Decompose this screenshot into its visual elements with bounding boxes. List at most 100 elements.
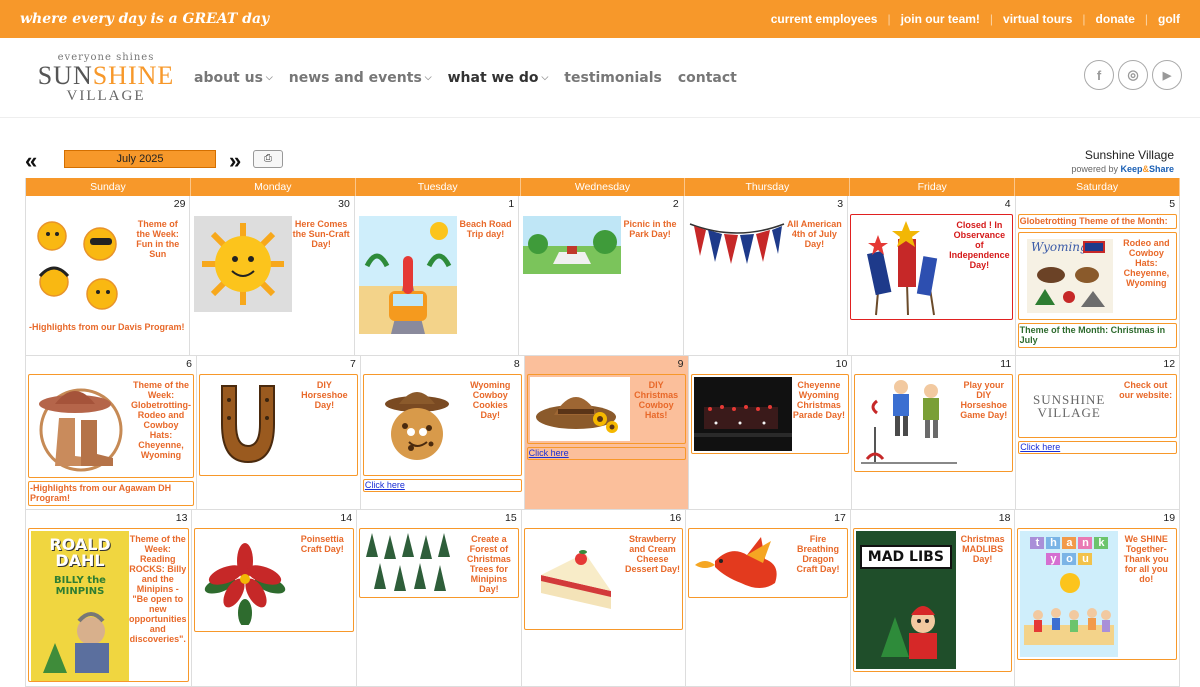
prev-month-button[interactable]: « (25, 148, 37, 174)
day-cell[interactable]: 14 Poinsettia Craft Day! (192, 510, 358, 686)
event-title: Strawberry and Cream Cheese Dessert Day! (624, 534, 680, 574)
link-join-our-team[interactable]: join our team! (901, 12, 980, 26)
event-title: Theme of the Week: Fun in the Sun (136, 219, 180, 259)
calendar-event[interactable]: Closed ! In Observance of Independence D… (850, 214, 1013, 320)
calendar-event[interactable]: DIY Christmas Cowboy Hats! (526, 374, 686, 444)
event-title: Picnic in the Park Day! (623, 219, 677, 239)
facebook-icon[interactable]: f (1084, 60, 1114, 90)
event-title: Poinsettia Craft Day! (300, 534, 344, 554)
powered-by[interactable]: powered by Keep&Share (1071, 164, 1174, 174)
day-cell[interactable]: 29 Theme of the Week: Fun in the Sun -Hi… (26, 196, 191, 355)
calendar-event[interactable]: Create a Forest of Christmas Trees for M… (359, 528, 519, 598)
emoji-suns-icon (30, 216, 130, 316)
cookie-icon (366, 377, 462, 473)
picnic-icon (523, 216, 622, 274)
day-cell[interactable]: 4 Closed ! In Observance of Independence (848, 196, 1016, 355)
day-cell[interactable]: 19 t h a n k y o u We SHINE Together-Tha… (1015, 510, 1181, 686)
calendar-event[interactable]: -Highlights from our Agawam DH Program! (28, 481, 194, 506)
svg-text:Wyoming: Wyoming (1031, 240, 1088, 254)
calendar-event[interactable]: Wyoming Cowboy Cookies Day! (362, 374, 522, 476)
chevron-down-icon: ⌵ (541, 72, 549, 83)
calendar-event[interactable]: Beach Road Trip day! (356, 214, 517, 336)
day-number: 19 (1163, 512, 1176, 524)
link-virtual-tours[interactable]: virtual tours (1003, 12, 1072, 26)
event-title: Wyoming Cowboy Cookies Day! (470, 380, 511, 420)
weekday-header: Sunday Monday Tuesday Wednesday Thursday… (26, 178, 1181, 196)
day-number: 2 (672, 198, 679, 210)
day-cell[interactable]: 7 DIY Horseshoe Day! (197, 356, 361, 509)
day-cell[interactable]: 5 Globetrotting Theme of the Month: Wyom… (1016, 196, 1181, 355)
calendar-event[interactable]: t h a n k y o u We SHINE Together-Thank … (1017, 528, 1178, 660)
calendar-event[interactable]: Cheyenne Wyoming Christmas Parade Day! (690, 374, 850, 454)
site-logo[interactable]: everyone shines SUNSHINE VILLAGE (36, 52, 176, 104)
thank-you-card-icon: t h a n k y o u (1020, 531, 1119, 657)
day-number: 4 (1004, 198, 1011, 210)
calendar-event[interactable]: Poinsettia Craft Day! (194, 528, 355, 632)
day-cell[interactable]: 16 Strawberry and Cream Cheese Dessert D… (522, 510, 687, 686)
bunting-icon (688, 216, 786, 270)
nav-what-we-do[interactable]: what we do ⌵ (448, 70, 549, 86)
click-here-link[interactable]: Click here (362, 479, 522, 492)
day-cell[interactable]: 6 Theme of the Week: Globetrotting- Rode… (26, 356, 197, 509)
calendar-event[interactable]: Picnic in the Park Day! (521, 214, 681, 276)
nav-testimonials[interactable]: testimonials (564, 70, 662, 86)
calendar-event[interactable]: Fire Breathing Dragon Craft Day! (688, 528, 848, 598)
day-cell[interactable]: 3 All American 4th of July Day! (684, 196, 849, 355)
calendar-event[interactable]: ROALD DAHL BILLY the MINPINS Theme of th… (28, 528, 190, 682)
print-button[interactable]: ⎙ (253, 150, 283, 168)
day-number: 16 (669, 512, 682, 524)
instagram-icon[interactable]: ◎ (1118, 60, 1148, 90)
calendar-event[interactable]: Strawberry and Cream Cheese Dessert Day! (523, 528, 684, 630)
day-cell[interactable]: 12 SUNSHINE VILLAGE Check out our websit… (1016, 356, 1181, 509)
day-number: 3 (837, 198, 844, 210)
calendar-event[interactable]: All American 4th of July Day! (685, 214, 846, 272)
link-donate[interactable]: donate (1096, 12, 1135, 26)
calendar-event[interactable]: Globetrotting Theme of the Month: (1017, 214, 1178, 229)
month-selector[interactable]: July 2025 (64, 150, 216, 168)
youtube-icon[interactable]: ▶ (1152, 60, 1182, 90)
day-number: 5 (1169, 198, 1176, 210)
day-cell[interactable]: 11 Play your DIY Horseshoe Game Day! (852, 356, 1017, 509)
weekday-sunday: Sunday (26, 178, 191, 196)
nav-about-us[interactable]: about us ⌵ (194, 70, 273, 86)
day-cell[interactable]: 17 Fire Breathing Dragon Craft Day! (686, 510, 851, 686)
weekday-monday: Monday (191, 178, 356, 196)
nav-contact[interactable]: contact (678, 70, 737, 86)
calendar-event[interactable]: Theme of the Week: Fun in the Sun (28, 214, 188, 318)
link-current-employees[interactable]: current employees (771, 12, 878, 26)
weekday-friday: Friday (850, 178, 1016, 196)
event-title: Rodeo and Cowboy Hats: Cheyenne, Wyoming (1123, 238, 1170, 288)
event-title: Here Comes the Sun-Craft Day! (292, 219, 350, 249)
calendar-event[interactable]: Here Comes the Sun-Craft Day! (192, 214, 352, 314)
calendar-event[interactable]: Play your DIY Horseshoe Game Day! (854, 374, 1014, 472)
click-here-link[interactable]: Click here (1018, 441, 1178, 454)
day-cell[interactable]: 13 ROALD DAHL BILLY the MINPINS Theme of… (26, 510, 193, 686)
nav-news-and-events[interactable]: news and events ⌵ (289, 70, 432, 86)
day-cell-today[interactable]: 9 DIY Christmas Cowboy Hats! Click here (524, 356, 689, 509)
calendar-event[interactable]: SUNSHINE VILLAGE Check out our website: (1018, 374, 1178, 438)
day-cell[interactable]: 8 Wyoming Cowboy Cookies Day! Click here (361, 356, 525, 509)
chevron-down-icon: ⌵ (424, 72, 432, 83)
click-here-link[interactable]: Click here (526, 447, 686, 460)
day-cell[interactable]: 15 Create a Forest of Christmas Trees fo… (357, 510, 522, 686)
day-cell[interactable]: 18 MAD LIBS Christmas MADLIBS Day! (851, 510, 1016, 686)
event-title: Theme of the Week: Reading ROCKS: Billy … (129, 534, 187, 644)
calendar-event[interactable]: Theme of the Week: Globetrotting- Rodeo … (28, 374, 194, 478)
main-nav: about us ⌵ news and events ⌵ what we do ⌵ t… (194, 70, 737, 86)
calendar-event[interactable]: Wyoming Rodeo and Cowboy Hats: Cheyenne,… (1017, 232, 1178, 320)
day-cell[interactable]: 30 Here Comes the Sun-Craft Day! (190, 196, 355, 355)
dragon-icon (691, 531, 791, 595)
next-month-button[interactable]: » (229, 148, 241, 174)
day-cell[interactable]: 10 Cheyenne Wyoming Christmas Parade Day… (689, 356, 853, 509)
day-cell[interactable]: 2 Picnic in the Park Day! (519, 196, 684, 355)
event-title[interactable]: -Highlights from our Davis Program! (28, 321, 187, 334)
day-number: 18 (998, 512, 1011, 524)
day-cell[interactable]: 1 Beach Road Trip day! (355, 196, 520, 355)
calendar-grid: Sunday Monday Tuesday Wednesday Thursday… (25, 178, 1181, 687)
horseshoe-icon (202, 377, 294, 473)
calendar-event[interactable]: MAD LIBS Christmas MADLIBS Day! (852, 528, 1013, 672)
calendar-event[interactable]: Theme of the Month: Christmas in July (1017, 323, 1178, 348)
calendar-event[interactable]: DIY Horseshoe Day! (198, 374, 358, 476)
link-golf[interactable]: golf (1158, 12, 1180, 26)
sun-icon (194, 216, 293, 312)
